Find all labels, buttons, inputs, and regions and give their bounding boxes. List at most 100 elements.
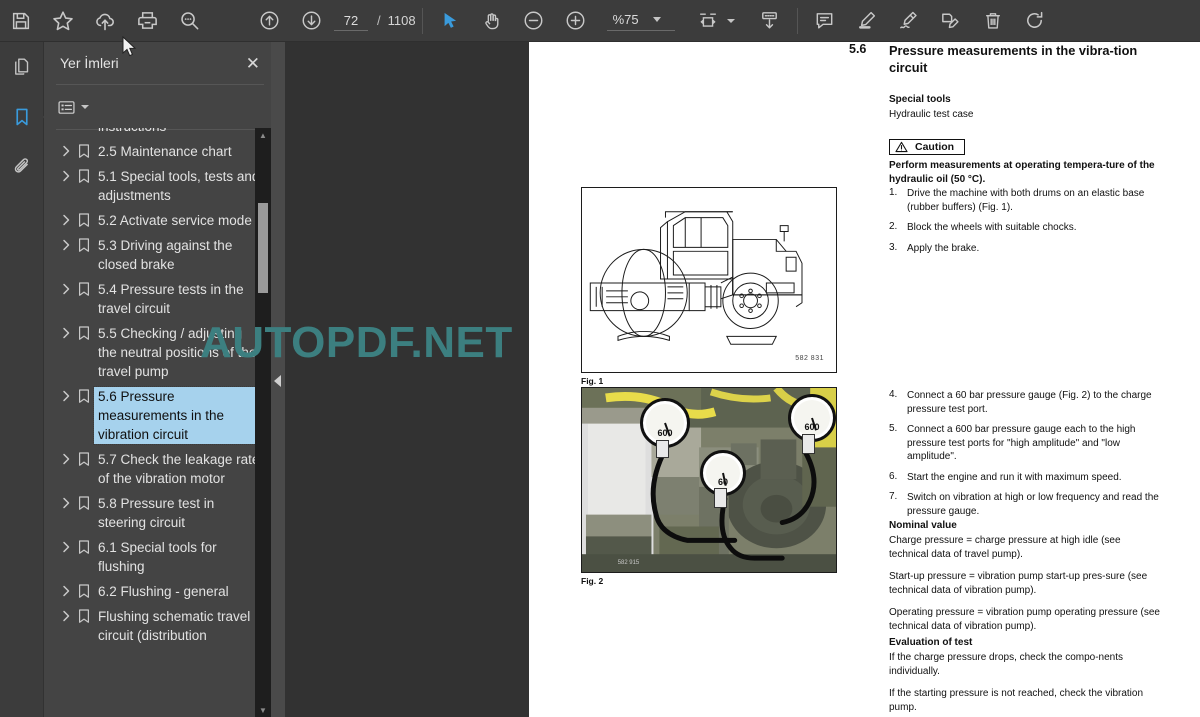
- hand-tool-icon[interactable]: [471, 0, 513, 42]
- bookmark-item[interactable]: 5.5 Checking / adjusting the neutral pos…: [44, 321, 276, 384]
- steps-list-left: 1. Drive the machine with both drums on a…: [889, 187, 1165, 262]
- evaluation-line: If the charge pressure drops, check the …: [889, 652, 1124, 677]
- rotate-icon[interactable]: [1014, 0, 1056, 42]
- collapse-panel-arrow-icon[interactable]: [274, 375, 281, 387]
- bookmark-item-label: instructions: [94, 128, 166, 136]
- bookmark-item[interactable]: instructions: [44, 128, 276, 139]
- bookmark-item-label: 5.4 Pressure tests in the travel circuit: [98, 282, 244, 316]
- page-down-icon[interactable]: [290, 0, 332, 42]
- scroll-down-arrow-icon[interactable]: ▼: [255, 703, 271, 717]
- chevron-right-icon[interactable]: [58, 214, 74, 226]
- step-text: Drive the machine with both drums on an …: [907, 188, 1145, 213]
- bookmark-item-label: 5.2 Activate service mode: [98, 213, 252, 228]
- gauge-fitting-left: [656, 440, 669, 458]
- warning-triangle-icon: [895, 141, 908, 153]
- bookmark-item-label: 5.6 Pressure measurements in the vibrati…: [93, 386, 261, 445]
- select-tool-icon[interactable]: [429, 0, 471, 42]
- bookmark-item[interactable]: 5.7 Check the leakage rate of the vibrat…: [44, 447, 276, 491]
- nominal-value-block: Nominal value Charge pressure = charge p…: [889, 520, 1161, 642]
- insert-page-icon[interactable]: [749, 0, 791, 42]
- bookmark-tree[interactable]: instructions 2.5 Maintenance chart 5.1 Spe…: [44, 128, 276, 717]
- bookmark-ribbon-icon: [74, 496, 94, 511]
- evaluation-heading: Evaluation of test: [889, 637, 973, 648]
- bookmark-item[interactable]: 5.4 Pressure tests in the travel circuit: [44, 277, 276, 321]
- bookmark-item[interactable]: Flushing schematic travel circuit (distr…: [44, 604, 276, 648]
- highlighter-icon[interactable]: [846, 0, 888, 42]
- zoom-out-icon[interactable]: [513, 0, 555, 42]
- chevron-right-icon[interactable]: [58, 497, 74, 509]
- chevron-right-icon[interactable]: [58, 170, 74, 182]
- zoom-level-control[interactable]: %75: [606, 10, 675, 31]
- section-number: 5.6: [849, 42, 867, 56]
- chevron-right-icon[interactable]: [58, 453, 74, 465]
- rail-item-attachments[interactable]: [0, 142, 43, 192]
- bookmarks-scrollbar[interactable]: ▲ ▼: [255, 128, 271, 717]
- chevron-right-icon[interactable]: [58, 585, 74, 597]
- procedure-step: 2. Block the wheels with suitable chocks.: [889, 221, 1165, 235]
- step-number: 4.: [889, 389, 898, 400]
- bookmarks-panel-header: Yer İmleri ✕: [44, 42, 276, 84]
- chevron-right-icon[interactable]: [58, 327, 74, 339]
- special-tools-text: Hydraulic test case: [889, 109, 974, 120]
- print-icon[interactable]: [126, 0, 168, 42]
- scrollbar-thumb[interactable]: [258, 203, 268, 293]
- favorite-star-icon[interactable]: [42, 0, 84, 42]
- chevron-right-icon[interactable]: [58, 283, 74, 295]
- chevron-right-icon[interactable]: [58, 610, 74, 622]
- scroll-up-arrow-icon[interactable]: ▲: [255, 128, 271, 142]
- bookmark-item[interactable]: 5.6 Pressure measurements in the vibrati…: [44, 384, 276, 447]
- chevron-down-icon[interactable]: [652, 17, 661, 22]
- bookmark-ribbon-icon: [74, 213, 94, 228]
- page-up-icon[interactable]: [248, 0, 290, 42]
- options-chevron-down-icon[interactable]: [81, 105, 89, 109]
- bookmark-item-label: 6.1 Special tools for flushing: [98, 540, 217, 574]
- procedure-step: 7. Switch on vibration at high or low fre…: [889, 491, 1165, 518]
- step-text: Start the engine and run it with maximum…: [907, 471, 1122, 483]
- chevron-right-icon[interactable]: [58, 541, 74, 553]
- page-number-input[interactable]: [334, 10, 368, 31]
- evaluation-line: If the starting pressure is not reached,…: [889, 688, 1144, 713]
- document-viewport[interactable]: 582 831 Fig. 1 582 915 600 60 600 Fig. 2…: [285, 42, 1200, 717]
- caution-label: Caution: [915, 141, 955, 153]
- comment-icon[interactable]: [804, 0, 846, 42]
- bookmark-item[interactable]: 5.2 Activate service mode: [44, 208, 276, 233]
- bookmark-item[interactable]: 5.3 Driving against the closed brake: [44, 233, 276, 277]
- bookmark-item-label: 5.3 Driving against the closed brake: [98, 238, 233, 272]
- rail-item-pages[interactable]: [0, 42, 43, 92]
- bookmark-item[interactable]: 5.8 Pressure test in steering circuit: [44, 491, 276, 535]
- bookmark-item[interactable]: 6.2 Flushing - general: [44, 579, 276, 604]
- section-title: Pressure measurements in the vibra-tion …: [889, 43, 1138, 75]
- fit-page-icon[interactable]: [693, 0, 723, 42]
- steps-list-right: 4. Connect a 60 bar pressure gauge (Fig. …: [889, 389, 1165, 525]
- toolbar-page-nav: / 1108: [248, 0, 416, 42]
- search-icon[interactable]: [168, 0, 210, 42]
- caution-badge: Caution: [889, 139, 966, 155]
- cloud-upload-icon[interactable]: [84, 0, 126, 42]
- bookmark-options-button[interactable]: [56, 97, 97, 118]
- trash-icon[interactable]: [972, 0, 1014, 42]
- figure-1: 582 831: [581, 187, 837, 373]
- bookmark-item-label: 2.5 Maintenance chart: [98, 144, 232, 159]
- save-icon[interactable]: [0, 0, 42, 42]
- evaluation-block: Evaluation of test If the charge pressur…: [889, 637, 1161, 717]
- signature-icon[interactable]: [888, 0, 930, 42]
- bookmark-search-input[interactable]: [107, 94, 287, 120]
- close-icon[interactable]: ✕: [242, 52, 264, 75]
- rail-item-bookmarks[interactable]: [0, 92, 52, 142]
- step-text: Apply the brake.: [907, 242, 980, 254]
- fit-chevron-down-icon[interactable]: [726, 18, 735, 23]
- stamp-edit-icon[interactable]: [930, 0, 972, 42]
- bookmark-item[interactable]: 6.1 Special tools for flushing: [44, 535, 276, 579]
- chevron-right-icon[interactable]: [58, 145, 74, 157]
- zoom-in-icon[interactable]: [555, 0, 597, 42]
- bookmark-ribbon-icon: [74, 540, 94, 555]
- chevron-right-icon[interactable]: [58, 239, 74, 251]
- panel-splitter[interactable]: [271, 42, 285, 717]
- step-text: Connect a 60 bar pressure gauge (Fig. 2)…: [907, 390, 1152, 415]
- bookmark-item[interactable]: 2.5 Maintenance chart: [44, 139, 276, 164]
- figure-1-code: 582 831: [795, 355, 824, 362]
- chevron-right-icon[interactable]: [58, 390, 74, 402]
- step-text: Block the wheels with suitable chocks.: [907, 222, 1077, 233]
- sidebar-rail: [0, 42, 52, 717]
- bookmark-item[interactable]: 5.1 Special tools, tests and adjustments: [44, 164, 276, 208]
